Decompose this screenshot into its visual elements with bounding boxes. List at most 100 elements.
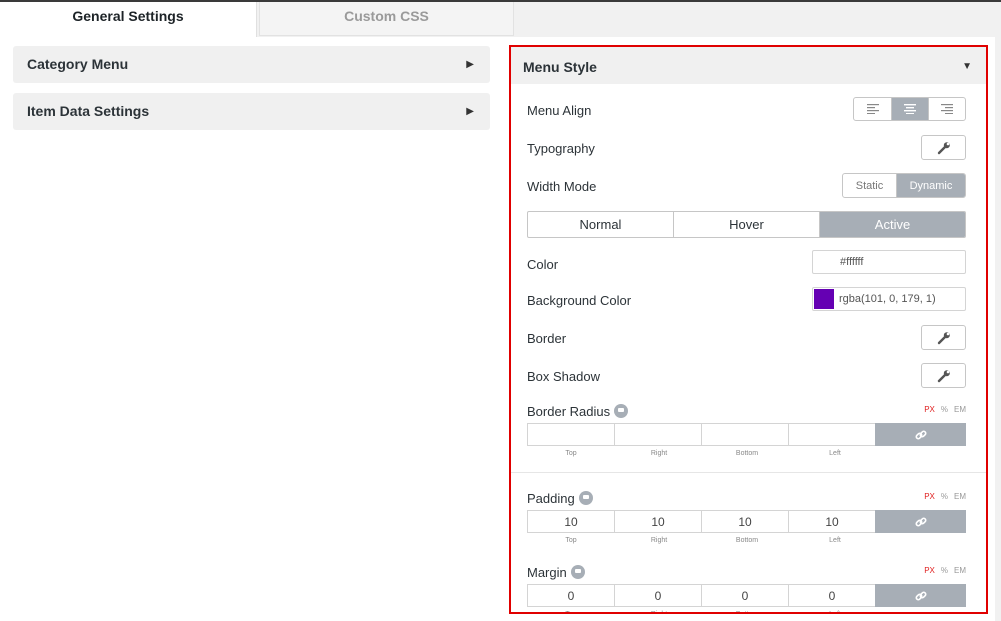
menu-align-group xyxy=(853,97,966,121)
background-color-input[interactable]: rgba(101, 0, 179, 1) xyxy=(812,287,966,311)
unit-percent[interactable]: % xyxy=(941,492,948,501)
margin-left-input[interactable]: 0 xyxy=(788,584,876,607)
wrench-icon xyxy=(937,369,950,382)
section-item-data-settings-label: Item Data Settings xyxy=(27,103,150,119)
side-label-bottom: Bottom xyxy=(735,450,759,457)
color-value: #ffffff xyxy=(840,256,864,268)
side-label-top: Top xyxy=(565,537,577,544)
menu-align-label: Menu Align xyxy=(527,103,592,118)
border-radius-side-labels: Top Right Bottom Left xyxy=(527,450,879,457)
margin-side-labels: Top Right Bottom Left xyxy=(527,611,879,612)
align-center-button[interactable] xyxy=(892,98,929,120)
padding-units: PX% EM xyxy=(918,492,966,501)
border-label: Border xyxy=(527,331,567,346)
tab-general-settings[interactable]: General Settings xyxy=(0,2,257,38)
settings-content: Category Menu ▶ Item Data Settings ▶ Men… xyxy=(0,37,995,621)
side-label-right: Right xyxy=(650,450,668,457)
width-mode-group: Static Dynamic xyxy=(842,173,966,198)
tab-custom-css[interactable]: Custom CSS xyxy=(259,2,514,36)
margin-units: PX% EM xyxy=(918,566,966,575)
help-icon[interactable] xyxy=(578,491,593,505)
border-radius-bottom-input[interactable] xyxy=(701,423,789,446)
border-radius-units: PX% EM xyxy=(918,405,966,414)
help-icon[interactable] xyxy=(570,565,585,579)
state-normal[interactable]: Normal xyxy=(528,212,674,237)
border-radius-right-input[interactable] xyxy=(614,423,702,446)
padding-link-button[interactable] xyxy=(875,510,966,533)
link-icon xyxy=(914,429,927,440)
border-radius-label: Border Radius xyxy=(527,404,629,419)
padding-right-input[interactable]: 10 xyxy=(614,510,702,533)
padding-label: Padding xyxy=(527,491,593,506)
unit-px[interactable]: PX xyxy=(924,566,935,575)
section-divider xyxy=(511,472,986,473)
padding-bottom-input[interactable]: 10 xyxy=(701,510,789,533)
margin-link-button[interactable] xyxy=(875,584,966,607)
side-label-left: Left xyxy=(791,611,879,612)
margin-label: Margin xyxy=(527,565,585,580)
background-color-value: rgba(101, 0, 179, 1) xyxy=(839,293,936,305)
caret-down-icon: ▼ xyxy=(962,61,972,72)
color-input[interactable]: #ffffff xyxy=(812,250,966,274)
side-label-top: Top xyxy=(565,450,577,457)
link-icon xyxy=(914,516,927,527)
unit-em[interactable]: EM xyxy=(954,566,966,575)
align-left-button[interactable] xyxy=(854,98,892,120)
padding-side-labels: Top Right Bottom Left xyxy=(527,537,879,544)
menu-style-title: Menu Style xyxy=(523,59,597,75)
box-shadow-label: Box Shadow xyxy=(527,369,600,384)
side-label-right: Right xyxy=(615,611,703,612)
section-category-menu-label: Category Menu xyxy=(27,56,129,72)
margin-right-input[interactable]: 0 xyxy=(614,584,702,607)
border-radius-top-input[interactable] xyxy=(527,423,615,446)
state-tabs: Normal Hover Active xyxy=(527,211,966,238)
caret-right-icon: ▶ xyxy=(466,106,474,117)
unit-px[interactable]: PX xyxy=(924,492,935,501)
link-icon xyxy=(914,590,927,601)
menu-style-panel: Menu Style ▼ Menu Align Typography Width… xyxy=(509,45,988,614)
state-hover[interactable]: Hover xyxy=(674,212,820,237)
background-color-label: Background Color xyxy=(527,293,632,308)
side-label-top: Top xyxy=(527,611,615,612)
border-radius-left-input[interactable] xyxy=(788,423,876,446)
align-right-icon xyxy=(941,104,953,114)
padding-label-text: Padding xyxy=(527,491,575,506)
padding-inputs: 10 10 10 10 xyxy=(527,510,966,533)
margin-top-input[interactable]: 0 xyxy=(527,584,615,607)
margin-label-text: Margin xyxy=(527,565,567,580)
unit-em[interactable]: EM xyxy=(954,492,966,501)
side-label-left: Left xyxy=(829,450,841,457)
margin-inputs: 0 0 0 0 xyxy=(527,584,966,607)
background-color-swatch[interactable] xyxy=(814,289,834,309)
state-active[interactable]: Active xyxy=(820,212,965,237)
side-label-left: Left xyxy=(829,537,841,544)
section-category-menu[interactable]: Category Menu ▶ xyxy=(13,46,490,83)
typography-edit-button[interactable] xyxy=(921,135,966,160)
wrench-icon xyxy=(937,141,950,154)
unit-percent[interactable]: % xyxy=(941,405,948,414)
align-right-button[interactable] xyxy=(929,98,965,120)
side-label-bottom: Bottom xyxy=(703,611,791,612)
margin-bottom-input[interactable]: 0 xyxy=(701,584,789,607)
unit-percent[interactable]: % xyxy=(941,566,948,575)
side-label-bottom: Bottom xyxy=(735,537,759,544)
border-radius-inputs xyxy=(527,423,966,446)
help-icon[interactable] xyxy=(614,404,629,418)
box-shadow-edit-button[interactable] xyxy=(921,363,966,388)
side-label-right: Right xyxy=(650,537,668,544)
menu-style-header[interactable]: Menu Style ▼ xyxy=(511,47,986,84)
unit-em[interactable]: EM xyxy=(954,405,966,414)
unit-px[interactable]: PX xyxy=(924,405,935,414)
border-radius-link-button[interactable] xyxy=(875,423,966,446)
width-mode-dynamic[interactable]: Dynamic xyxy=(897,174,965,197)
width-mode-label: Width Mode xyxy=(527,179,597,194)
color-label: Color xyxy=(527,257,559,272)
width-mode-static[interactable]: Static xyxy=(843,174,897,197)
padding-left-input[interactable]: 10 xyxy=(788,510,876,533)
border-radius-label-text: Border Radius xyxy=(527,404,611,419)
align-center-icon xyxy=(904,104,916,114)
section-item-data-settings[interactable]: Item Data Settings ▶ xyxy=(13,93,490,130)
wrench-icon xyxy=(937,331,950,344)
padding-top-input[interactable]: 10 xyxy=(527,510,615,533)
border-edit-button[interactable] xyxy=(921,325,966,350)
